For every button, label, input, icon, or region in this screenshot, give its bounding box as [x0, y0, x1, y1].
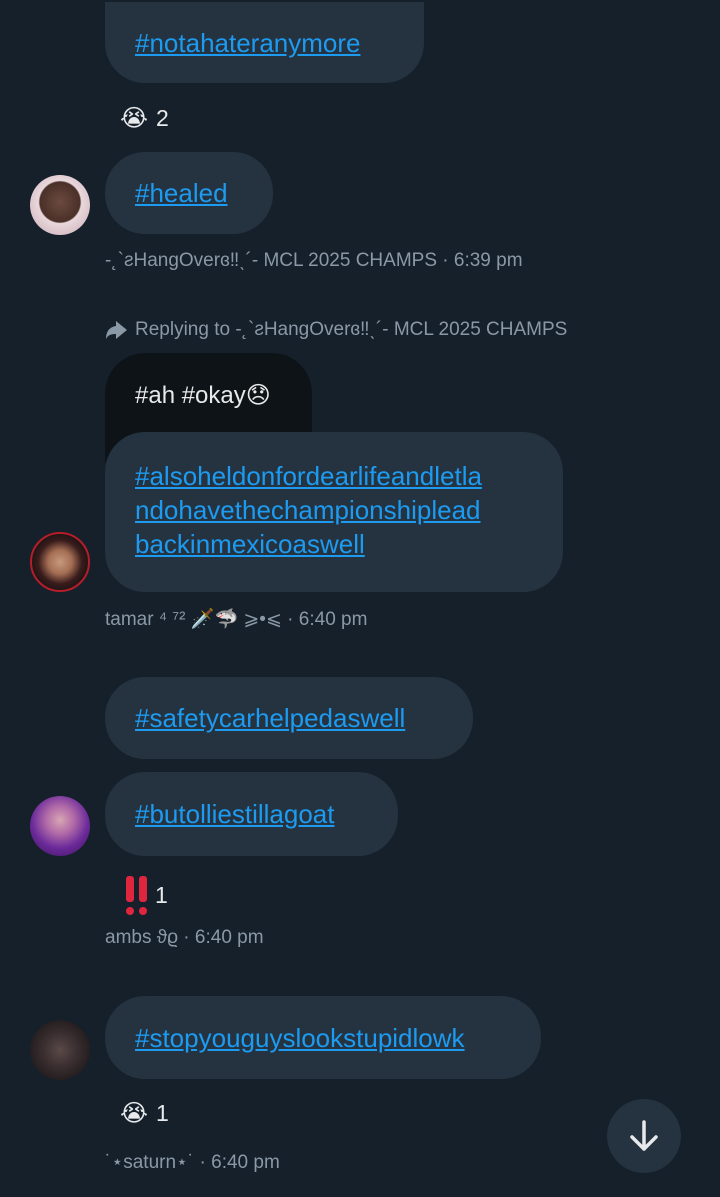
message-bubble[interactable]: #notahateranymore	[105, 2, 424, 83]
timestamp: 6:40 pm	[211, 1152, 280, 1173]
avatar[interactable]	[30, 1020, 90, 1080]
message-meta: tamar ⁴ ⁷² 🗡️🦈 ⩾•⩽ · 6:40 pm	[105, 607, 367, 631]
message-bubble[interactable]: #healed	[105, 152, 273, 234]
author-name[interactable]: ˙⋆saturn⋆˙	[105, 1152, 194, 1173]
dagger-shark-emoji: 🗡️🦈	[190, 608, 239, 630]
avatar[interactable]	[30, 532, 90, 592]
reaction-badge[interactable]: 1	[126, 876, 168, 915]
reaction-count: 1	[156, 1099, 169, 1126]
timestamp: 6:39 pm	[453, 250, 523, 271]
message-bubble[interactable]: #safetycarhelpedaswell	[105, 677, 473, 759]
message-bubble[interactable]: #alsoheldonfordearlifeandletla ndohaveth…	[105, 432, 563, 592]
reaction-count: 2	[156, 104, 169, 131]
reaction-badge[interactable]: 😭 2	[120, 104, 169, 132]
hashtag-link[interactable]: #notahateranymore	[135, 28, 360, 58]
loudly-crying-emoji: 😭	[120, 104, 149, 132]
reaction-badge[interactable]: 😭 1	[120, 1099, 169, 1127]
reply-prefix: Replying to	[135, 319, 231, 340]
hashtag-link[interactable]: #butolliestillagoat	[135, 799, 334, 829]
hashtag-link[interactable]: #safetycarhelpedaswell	[135, 703, 405, 733]
avatar[interactable]	[30, 796, 90, 856]
double-exclamation-emoji	[126, 876, 147, 915]
reply-target: -˛`ƨHangOverɞ‼︎ˎ´- MCL 2025 CHAMPS	[235, 319, 568, 340]
separator: ·	[437, 250, 454, 271]
loudly-crying-emoji: 😭	[120, 1099, 149, 1127]
reaction-count: 1	[155, 881, 168, 908]
author-name[interactable]: ambs ϑϱ	[105, 927, 178, 948]
timestamp: 6:40 pm	[194, 927, 264, 948]
reply-context[interactable]: Replying to -˛`ƨHangOverɞ‼︎ˎ´- MCL 2025 …	[105, 319, 567, 341]
message-bubble[interactable]: #butolliestillagoat	[105, 772, 398, 856]
author-name[interactable]: -˛`ƨHangOverɞ‼︎ˎ´- MCL 2025 CHAMPS	[105, 250, 437, 271]
arrow-down-icon	[630, 1120, 658, 1151]
separator: ·	[194, 1152, 212, 1173]
scroll-to-bottom-button[interactable]	[607, 1099, 681, 1173]
timestamp: 6:40 pm	[298, 609, 368, 630]
hashtag-link[interactable]: #healed	[135, 178, 228, 208]
hashtag-link-line[interactable]: backinmexicoaswell	[135, 527, 563, 561]
message-meta: -˛`ƨHangOverɞ‼︎ˎ´- MCL 2025 CHAMPS · 6:3…	[105, 250, 523, 272]
quoted-text: #ah #okay😞	[135, 382, 271, 409]
author-name[interactable]: tamar ⁴ ⁷²	[105, 609, 186, 630]
hashtag-link-line[interactable]: ndohavethechampionshiplead	[135, 493, 563, 527]
message-meta: ambs ϑϱ · 6:40 pm	[105, 927, 264, 949]
message-meta: ˙⋆saturn⋆˙ · 6:40 pm	[105, 1151, 280, 1174]
author-suffix: ⩾•⩽	[243, 609, 282, 630]
reply-arrow-icon	[106, 321, 127, 339]
hashtag-link[interactable]: #stopyouguyslookstupidlowk	[135, 1023, 465, 1053]
separator: ·	[178, 927, 195, 948]
separator: ·	[281, 609, 299, 630]
message-bubble[interactable]: #stopyouguyslookstupidlowk	[105, 996, 541, 1079]
hashtag-link-line[interactable]: #alsoheldonfordearlifeandletla	[135, 459, 563, 493]
avatar[interactable]	[30, 175, 90, 235]
